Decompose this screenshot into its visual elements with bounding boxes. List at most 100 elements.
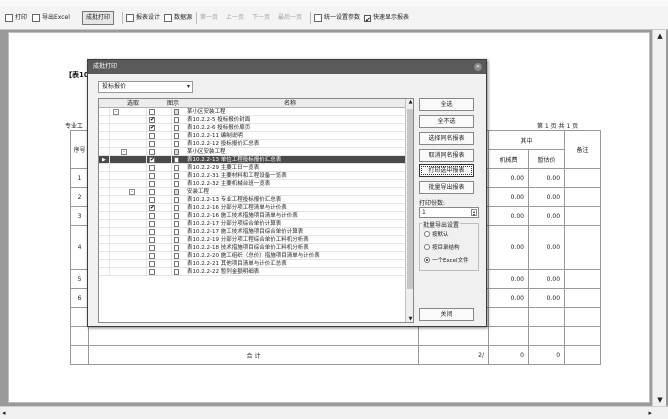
list-item[interactable]: 表10.2.2-5 投标报价封面 [99,116,405,124]
select-checkbox[interactable] [149,173,155,179]
list-item[interactable]: 表10.2.2-16 施工技术措施项目清单与计价表 [99,212,405,220]
first-page-button[interactable]: 第一页 [200,11,218,25]
list-item[interactable]: 表10.2.2-17 施工技术措施项目综合单价计算表 [99,228,405,236]
select-checkbox[interactable] [149,165,155,171]
list-item[interactable]: ▶ 表10.2.2-13 单位工程投标报价汇总表 [99,156,405,164]
select-checkbox[interactable] [149,149,155,155]
grid-divider [171,188,172,196]
report-name: 表10.2.2-17 施工技术措施项目综合单价计算表 [187,229,304,235]
data-source-button[interactable]: 数据源 [164,11,192,25]
cancel-same-name-button[interactable]: 取消同名报表 [419,149,474,162]
quick-display-checkbox[interactable] [364,13,371,27]
quick-display-label: 快速显示报表 [373,14,410,21]
select-checkbox[interactable] [149,204,155,212]
select-none-button[interactable]: 全不选 [419,115,474,128]
list-item[interactable]: 表10.2.2-13 专业工程投标报价汇总表 [99,196,405,204]
list-item[interactable]: 表10.2.2-17 分部分项综合单价计算表 [99,220,405,228]
select-checkbox[interactable] [149,181,155,187]
collapse-icon[interactable]: - [121,149,127,155]
scroll-up-icon[interactable]: ▲ [406,99,413,105]
select-checkbox[interactable] [149,197,155,203]
select-checkbox[interactable] [149,124,155,132]
list-item[interactable]: 表10.2.2-32 主要机械台班一览表 [99,180,405,188]
list-item[interactable]: - 某小区安装工程 [99,108,405,116]
batch-export-button[interactable]: 批量导出报表 [419,181,474,194]
select-checkbox[interactable] [149,221,155,227]
grid-divider [109,204,110,212]
list-item[interactable]: 表10.2.2-20 施工组织（总价）措施项目清单与计价表 [99,252,405,260]
page-vertical-scrollbar[interactable]: ▲ ▼ [652,30,666,406]
collapse-icon[interactable]: - [113,109,119,115]
last-page-button[interactable]: 最后一页 [278,11,302,25]
list-item[interactable]: 表10.2.2-12 投标报价汇总表 [99,140,405,148]
select-checkbox[interactable] [149,237,155,243]
scroll-down-icon[interactable]: ▼ [406,316,413,322]
radio-default[interactable]: 按默认 [424,230,449,238]
export-excel-button[interactable]: 导出Excel [32,11,70,25]
list-item[interactable]: 表10.2.2-29 主要工日一览表 [99,164,405,172]
list-item[interactable]: 表10.2.2-19 分部分项工程综合单价工料机分析表 [99,236,405,244]
row-machine-fee: 0.00 [488,187,529,207]
select-checkbox[interactable] [149,269,155,275]
row-provisional: 0.00 [527,269,566,289]
list-item[interactable]: 表10.2.2-18 技术措施项目综合单价工料机分析表 [99,244,405,252]
select-checkbox[interactable] [149,261,155,267]
print-label: 打印 [15,14,28,21]
document-icon [174,173,179,179]
next-page-button[interactable]: 下一页 [252,11,270,25]
select-checkbox[interactable] [149,229,155,235]
batch-print-button[interactable]: 成批打印 [82,11,115,25]
radio-directory-structure[interactable]: 按目录结构 [424,243,460,251]
select-checkbox[interactable] [149,245,155,251]
print-selected-button[interactable]: 打印选中报表 [419,164,474,177]
list-item[interactable]: - 安装工程 [99,188,405,196]
row-machine-fee: 0.00 [488,225,529,270]
page-horizontal-scrollbar[interactable]: ◂ ▸ [0,406,668,419]
select-checkbox[interactable] [149,116,155,124]
report-name: 表10.2.2-18 技术措施项目综合单价工料机分析表 [187,245,309,251]
report-design-label: 报表设计 [136,14,161,21]
scroll-thumb[interactable] [407,109,413,289]
grid-divider [171,116,172,124]
grid-scrollbar[interactable]: ▲ ▼ [405,99,413,322]
select-checkbox[interactable] [149,141,155,147]
radio-single-excel[interactable]: 一个Excel文件 [424,256,469,264]
scroll-right-icon[interactable]: ▸ [648,409,652,417]
select-checkbox[interactable] [149,109,155,115]
select-all-button[interactable]: 全选 [419,98,474,111]
select-same-name-button[interactable]: 选择同名报表 [419,132,474,145]
select-checkbox[interactable] [149,133,155,139]
quick-display-toggle[interactable]: 快速显示报表 [364,11,410,27]
scroll-up-icon[interactable]: ▲ [653,30,667,42]
select-checkbox[interactable] [149,156,155,164]
list-item[interactable]: 表10.2.2-22 暂列金额明细表 [99,268,405,276]
select-checkbox[interactable] [149,253,155,259]
unified-settings-button[interactable]: 统一设置参数 [314,11,360,25]
report-design-button[interactable]: 报表设计 [126,11,160,25]
report-type-select[interactable]: 投标报价 ▾ [98,81,193,93]
list-item[interactable]: - 某小区安装工程 [99,148,405,156]
grid-divider [109,252,110,260]
prev-page-button[interactable]: 上一页 [226,11,244,25]
list-item[interactable]: 表10.2.2-11 编制说明 [99,132,405,140]
select-checkbox[interactable] [149,213,155,219]
collapse-icon[interactable]: - [129,189,135,195]
print-button[interactable]: 打印 [5,11,27,25]
scroll-down-icon[interactable]: ▼ [653,394,667,406]
list-item[interactable]: 表10.2.2-21 其他项目清单与计价汇总表 [99,260,405,268]
list-item[interactable]: 表10.2.2-6 投标报价扉页 [99,124,405,132]
scroll-left-icon[interactable]: ◂ [2,409,6,417]
close-button[interactable]: 关闭 [419,308,474,321]
document-icon [174,141,179,147]
select-checkbox[interactable] [149,189,155,195]
dialog-close-button[interactable]: ✕ [474,63,482,71]
grid-divider [146,260,147,268]
spinner-icon[interactable]: ▴ ▾ [471,209,477,217]
list-item[interactable]: 表10.2.2-16 分部分项工程清单与计价表 [99,204,405,212]
grid-divider [146,148,147,156]
list-item[interactable]: 表10.2.2-31 主要材料和工程设备一览表 [99,172,405,180]
document-icon [174,237,179,243]
toolbar-separator [196,12,197,24]
print-copies-input[interactable]: 1 ▴ ▾ [419,207,479,218]
grid-divider [109,260,110,268]
